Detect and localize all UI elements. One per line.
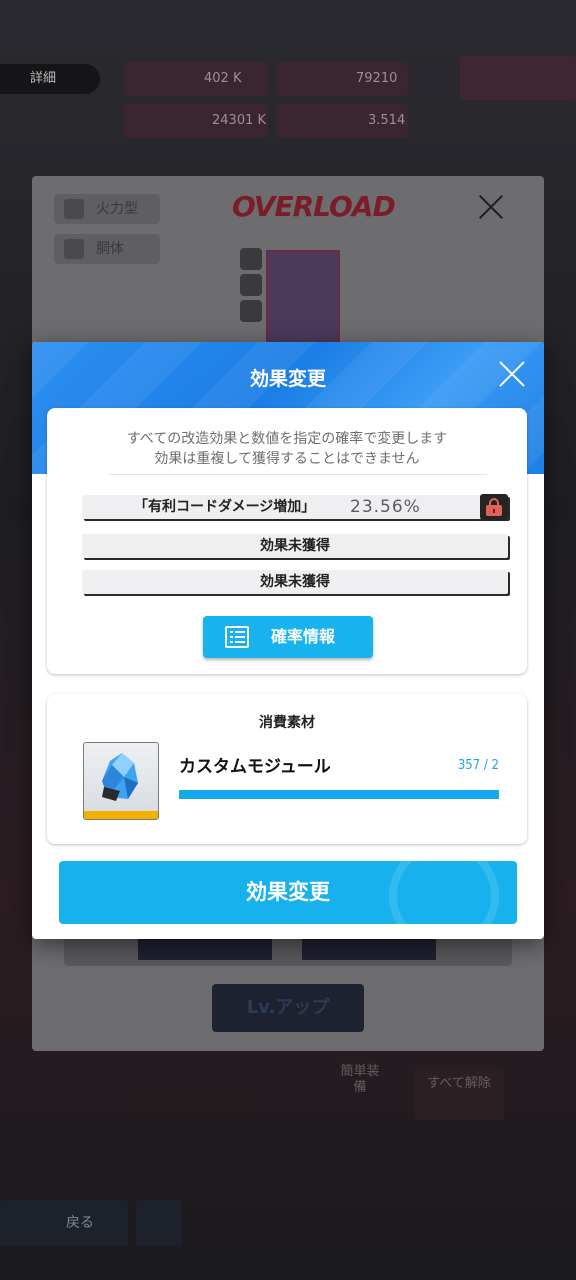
effect-name: 効果未獲得 <box>260 574 330 590</box>
lock-icon[interactable] <box>480 494 508 520</box>
list-icon <box>225 626 249 648</box>
effect-slot-2[interactable]: 効果未獲得 <box>82 534 508 558</box>
firepower-icon <box>64 199 84 219</box>
effect-slot-3[interactable]: 効果未獲得 <box>82 570 508 594</box>
easy-equip-label: 簡単装備 <box>340 1064 380 1095</box>
rate-info-label: 確率情報 <box>271 627 336 646</box>
modal-title: 効果変更 <box>249 368 326 390</box>
unit-title: OVERLOAD <box>232 190 396 223</box>
description-line-1: すべての改造効果と数値を指定の確率で変更します <box>126 431 448 447</box>
description-line-2: 効果は重複して獲得することはできません <box>154 451 420 467</box>
home-icon <box>136 1200 182 1246</box>
effect-value: 23.56% <box>350 497 421 517</box>
unit-badges <box>240 248 264 326</box>
effect-change-modal: 効果変更 すべての改造効果と数値を指定の確率で変更します 効果は重複して獲得する… <box>32 342 544 939</box>
custom-module-item-icon[interactable] <box>83 742 159 820</box>
detail-button: 詳細 <box>0 64 100 94</box>
effects-panel: すべての改造効果と数値を指定の確率で変更します 効果は重複して獲得することはでき… <box>47 408 527 674</box>
material-progress-fill <box>179 790 499 799</box>
back-button: 戻る <box>0 1200 128 1246</box>
rate-info-button[interactable]: 確率情報 <box>203 616 373 658</box>
change-effect-label: 効果変更 <box>246 880 330 904</box>
lvup-button: Lv.アップ <box>212 984 364 1032</box>
divider <box>109 474 487 475</box>
stat-power: 402 K <box>124 62 268 96</box>
material-name: カスタムモジュール <box>179 757 331 777</box>
close-icon[interactable] <box>498 360 526 388</box>
type-chip-label: 火力型 <box>96 201 138 217</box>
unit-portrait <box>266 250 340 344</box>
button-decoration <box>389 861 499 924</box>
stat-hp: 79210 K <box>276 62 408 120</box>
crystal-icon <box>102 753 138 801</box>
material-section-title: 消費素材 <box>259 715 315 731</box>
body-chip: 胴体 <box>54 234 160 264</box>
body-icon <box>64 239 84 259</box>
effect-slot-1[interactable]: 「有利コードダメージ増加」 23.56% <box>82 494 508 520</box>
background-close-icon <box>476 192 506 222</box>
unequip-all-label: すべて解除 <box>414 1068 504 1120</box>
top-right-menu <box>460 56 576 100</box>
body-chip-label: 胴体 <box>96 241 124 257</box>
material-count: 357 / 2 <box>457 758 499 773</box>
type-chip: 火力型 <box>54 194 160 224</box>
effect-name: 効果未獲得 <box>260 538 330 554</box>
change-effect-button[interactable]: 効果変更 <box>59 861 517 924</box>
effect-name: 「有利コードダメージ増加」 <box>134 499 316 515</box>
material-progress-bar <box>179 790 499 799</box>
material-panel: 消費素材 カスタムモジュール 357 / 2 <box>47 694 527 844</box>
stat-attack: 24301 K <box>124 104 268 138</box>
stat-speed: 3.514 <box>276 104 408 138</box>
